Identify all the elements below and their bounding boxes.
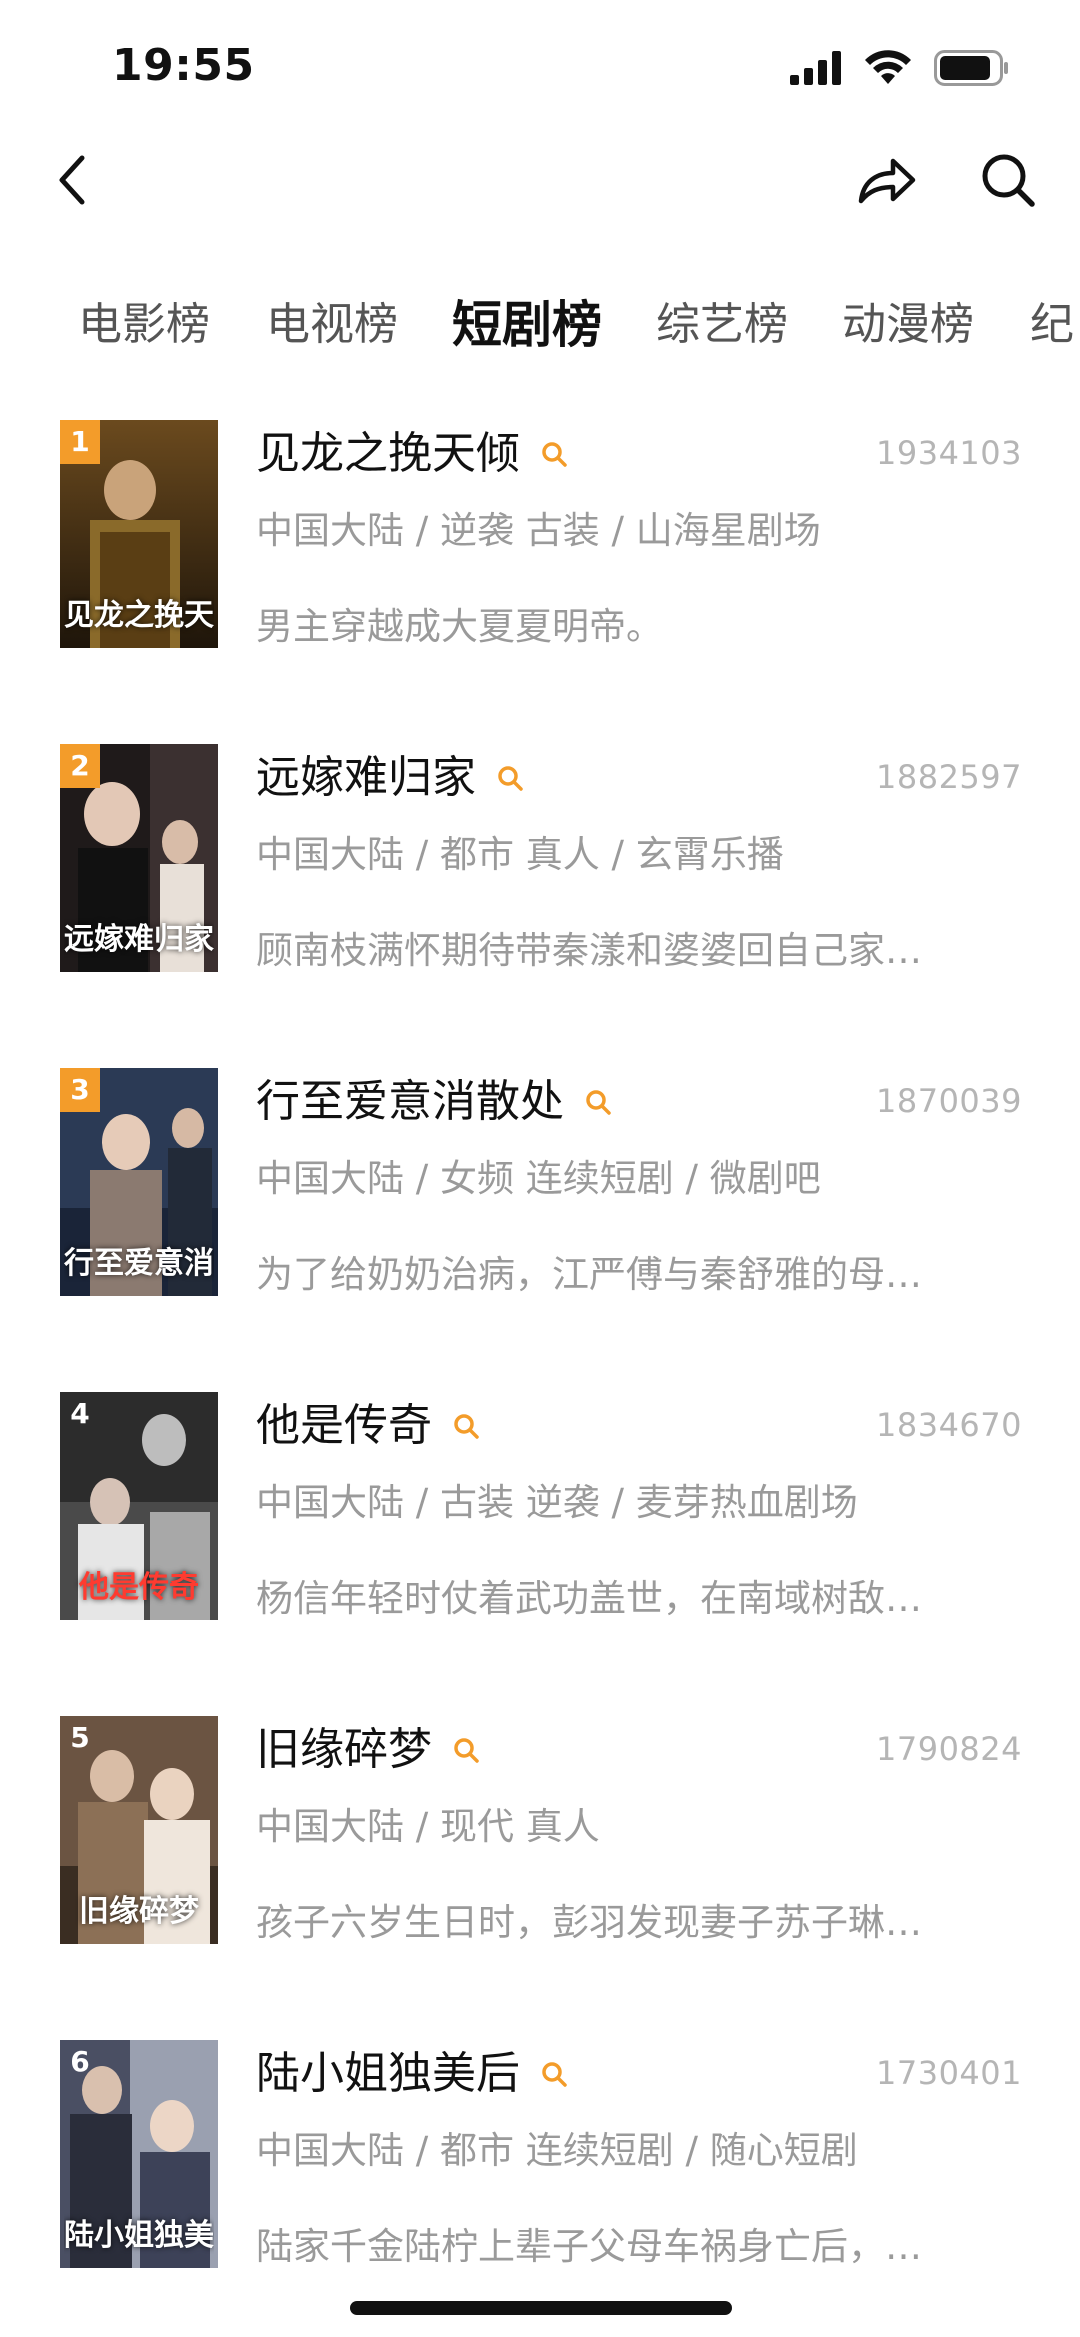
item-title: 陆小姐独美后	[256, 2048, 520, 2099]
item-title: 远嫁难归家	[256, 752, 476, 803]
search-button[interactable]	[976, 148, 1040, 212]
item-description: 顾南枝满怀期待带秦漾和婆婆回自己家…	[256, 929, 922, 972]
tab-tv[interactable]: 电视榜	[266, 280, 398, 370]
item-title-row: 见龙之挽天倾	[256, 424, 568, 484]
poster-image: 6 陆小姐独美	[60, 2040, 218, 2268]
item-title: 见龙之挽天倾	[256, 428, 520, 479]
poster-title: 旧缘碎梦	[79, 1894, 199, 1929]
rank-badge: 5	[70, 1721, 90, 1754]
poster-image: 3 行至爱意消散处	[60, 1068, 218, 1296]
status-icons	[790, 50, 1010, 90]
item-title: 旧缘碎梦	[256, 1724, 432, 1775]
poster-image: 5 旧缘碎梦	[60, 1716, 218, 1944]
list-item[interactable]: 2 远嫁难归家 远嫁难归家 1882597 中国大陆 / 都市 真人 / 玄霄乐…	[0, 744, 1080, 974]
item-title: 他是传奇	[256, 1400, 432, 1451]
item-title: 行至爱意消散处	[256, 1076, 564, 1127]
battery-icon	[934, 50, 1010, 90]
item-title-row: 他是传奇	[256, 1396, 480, 1456]
tab-documentary[interactable]: 纪	[1030, 280, 1074, 370]
item-title-row: 远嫁难归家	[256, 748, 524, 808]
search-icon[interactable]	[452, 1736, 480, 1764]
item-meta: 中国大陆 / 逆袭 古装 / 山海星剧场	[256, 509, 821, 552]
search-icon[interactable]	[496, 764, 524, 792]
item-score: 1834670	[875, 1406, 1022, 1444]
poster-image: 1 见龙之挽天倾	[60, 420, 218, 648]
tab-variety[interactable]: 综艺榜	[656, 280, 788, 370]
tab-movie[interactable]: 电影榜	[78, 280, 210, 370]
tab-anime[interactable]: 动漫榜	[842, 280, 974, 370]
search-icon[interactable]	[452, 1412, 480, 1440]
search-icon[interactable]	[540, 2060, 568, 2088]
item-meta: 中国大陆 / 女频 连续短剧 / 微剧吧	[256, 1157, 821, 1200]
item-title-row: 陆小姐独美后	[256, 2044, 568, 2104]
wifi-icon	[864, 50, 912, 90]
rank-badge: 4	[70, 1397, 90, 1430]
item-description: 孩子六岁生日时，彭羽发现妻子苏子琳…	[256, 1901, 922, 1944]
item-score: 1882597	[875, 758, 1022, 796]
poster-title: 见龙之挽天倾	[64, 598, 214, 633]
item-description: 为了给奶奶治病，江严傅与秦舒雅的母…	[256, 1253, 922, 1296]
rank-badge: 6	[70, 2045, 90, 2078]
item-meta: 中国大陆 / 都市 真人 / 玄霄乐播	[256, 833, 784, 876]
item-meta: 中国大陆 / 现代 真人	[256, 1805, 600, 1848]
poster-title: 行至爱意消散处	[64, 1246, 214, 1281]
item-score: 1730401	[875, 2054, 1022, 2092]
nav-bar	[0, 130, 1080, 230]
list-item[interactable]: 6 陆小姐独美 陆小姐独美后 1730401 中国大陆 / 都市 连续短剧 / …	[0, 2040, 1080, 2270]
search-icon[interactable]	[540, 440, 568, 468]
item-meta: 中国大陆 / 都市 连续短剧 / 随心短剧	[256, 2129, 858, 2172]
item-score: 1934103	[875, 434, 1022, 472]
ranking-tabs: 电影榜 电视榜 短剧榜 综艺榜 动漫榜 纪	[0, 280, 1080, 370]
share-arrow-icon	[858, 158, 916, 204]
back-button[interactable]	[40, 148, 104, 212]
share-button[interactable]	[852, 148, 922, 212]
item-description: 杨信年轻时仗着武功盖世，在南域树敌…	[256, 1577, 922, 1620]
search-icon	[982, 154, 1035, 207]
home-indicator[interactable]	[350, 2301, 732, 2315]
item-score: 1870039	[875, 1082, 1022, 1120]
rank-badge: 3	[60, 1068, 100, 1112]
poster-image: 4 他是传奇	[60, 1392, 218, 1620]
item-title-row: 行至爱意消散处	[256, 1072, 612, 1132]
item-title-row: 旧缘碎梦	[256, 1720, 480, 1780]
poster-title: 远嫁难归家	[64, 922, 214, 957]
list-item[interactable]: 5 旧缘碎梦 旧缘碎梦 1790824 中国大陆 / 现代 真人 孩子六岁生日时…	[0, 1716, 1080, 1946]
item-description: 男主穿越成大夏夏明帝。	[256, 605, 663, 648]
tab-short-drama[interactable]: 短剧榜	[452, 280, 602, 370]
status-time: 19:55	[112, 40, 255, 91]
search-icon[interactable]	[584, 1088, 612, 1116]
list-item[interactable]: 1 见龙之挽天倾 见龙之挽天倾 1934103 中国大陆 / 逆袭 古装 / 山…	[0, 420, 1080, 650]
rank-badge: 1	[60, 420, 100, 464]
list-item[interactable]: 4 他是传奇 他是传奇 1834670 中国大陆 / 古装 逆袭 / 麦芽热血剧…	[0, 1392, 1080, 1622]
poster-title: 他是传奇	[79, 1570, 199, 1605]
item-description: 陆家千金陆柠上辈子父母车祸身亡后，…	[256, 2225, 922, 2268]
item-score: 1790824	[875, 1730, 1022, 1768]
cellular-signal-icon	[790, 51, 842, 89]
status-bar: 19:55	[0, 0, 1080, 130]
item-meta: 中国大陆 / 古装 逆袭 / 麦芽热血剧场	[256, 1481, 858, 1524]
rank-badge: 2	[60, 744, 100, 788]
list-item[interactable]: 3 行至爱意消散处 行至爱意消散处 1870039 中国大陆 / 女频 连续短剧…	[0, 1068, 1080, 1298]
chevron-left-icon	[59, 155, 85, 205]
poster-image: 2 远嫁难归家	[60, 744, 218, 972]
poster-title: 陆小姐独美	[64, 2218, 214, 2253]
